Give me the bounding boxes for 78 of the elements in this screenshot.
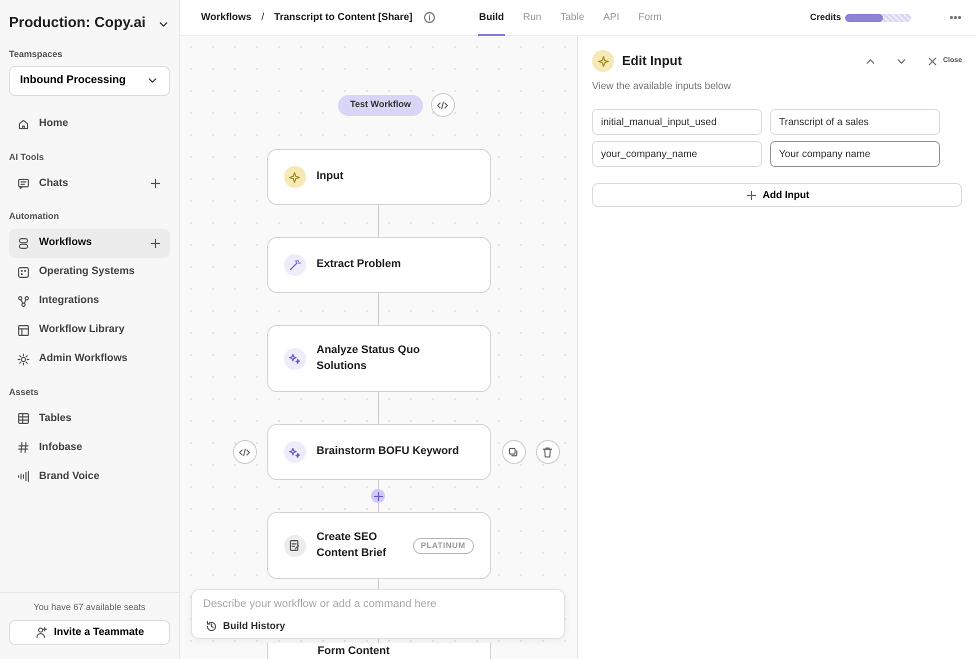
close-icon bbox=[926, 54, 939, 68]
node-title: Input bbox=[316, 169, 344, 184]
input-name-field[interactable]: initial_manual_input_used bbox=[592, 109, 762, 135]
workflow-icon bbox=[17, 236, 30, 250]
workflow-node[interactable]: Create SEO Content Brief PLATINUM bbox=[266, 512, 490, 579]
input-name-field[interactable]: your_company_name bbox=[592, 141, 762, 167]
history-icon bbox=[205, 620, 218, 632]
chat-icon bbox=[17, 177, 30, 190]
layout-icon bbox=[17, 324, 30, 336]
invite-button[interactable]: Invite a Teammate bbox=[9, 620, 170, 645]
nodes-icon bbox=[17, 294, 30, 308]
build-history-button[interactable]: Build History bbox=[205, 618, 286, 634]
sidebar-item[interactable]: Brand Voice bbox=[9, 462, 170, 491]
code-icon bbox=[436, 98, 450, 112]
delete-button[interactable] bbox=[536, 440, 560, 464]
panel-title: Edit Input bbox=[622, 52, 682, 70]
sparkle-icon bbox=[596, 54, 610, 68]
sidebar-item[interactable]: Admin Workflows bbox=[9, 344, 170, 374]
node-title: Extract Problem bbox=[316, 257, 401, 272]
command-input[interactable]: Describe your workflow or add a command here bbox=[192, 590, 564, 612]
panel-subtitle: View the available inputs below bbox=[592, 80, 732, 94]
workflow-node[interactable]: Brainstorm BOFU Keyword bbox=[266, 424, 490, 480]
test-workflow-button[interactable]: Test Workflow bbox=[338, 94, 423, 116]
trash-icon bbox=[541, 446, 554, 458]
plus-icon[interactable] bbox=[149, 236, 162, 250]
node-title: Form Content bbox=[318, 644, 390, 659]
waveform-icon bbox=[17, 470, 30, 483]
breadcrumb-link[interactable]: Workflows bbox=[201, 10, 252, 25]
add-user-icon bbox=[34, 626, 48, 639]
workflow-node[interactable]: Extract Problem bbox=[266, 237, 490, 293]
teamspace-dropdown[interactable]: Inbound Processing bbox=[9, 66, 170, 96]
section-label: Automation bbox=[9, 210, 60, 223]
sidebar-item[interactable]: Home bbox=[9, 110, 170, 138]
section-label: Assets bbox=[9, 386, 40, 398]
breadcrumb-separator: / bbox=[261, 11, 264, 25]
sidebar-item[interactable]: Workflow Library bbox=[9, 316, 170, 344]
command-field[interactable]: Describe your workflow or add a command here Build History bbox=[191, 589, 565, 639]
sparkles-icon bbox=[288, 446, 301, 458]
workspace-name[interactable]: Production: Copy.ai bbox=[9, 13, 146, 35]
plus-icon bbox=[372, 490, 384, 502]
add-input-button[interactable]: Add Input bbox=[592, 183, 962, 207]
wand-icon bbox=[288, 258, 301, 272]
section-label: Teamspaces bbox=[9, 48, 64, 61]
plus-icon[interactable] bbox=[149, 177, 162, 190]
table-icon bbox=[17, 412, 30, 425]
home-icon bbox=[17, 118, 30, 130]
add-step-button[interactable] bbox=[371, 489, 385, 503]
workflow-title: Transcript to Content [Share] bbox=[274, 11, 413, 25]
section-label: AI Tools bbox=[9, 150, 45, 164]
node-title: Create SEO Content Brief bbox=[316, 530, 388, 560]
sidebar-item[interactable]: Workflows bbox=[9, 228, 170, 258]
info-icon bbox=[422, 11, 436, 24]
plus-icon bbox=[744, 188, 758, 202]
input-value-field[interactable]: Your company name bbox=[770, 141, 940, 167]
input-value-field[interactable]: Transcript of a sales bbox=[770, 109, 940, 135]
copy-icon bbox=[507, 446, 520, 458]
sidebar-item[interactable]: Integrations bbox=[9, 286, 170, 316]
sidebar-item[interactable]: Operating Systems bbox=[9, 258, 170, 286]
document-icon bbox=[288, 539, 301, 552]
sidebar-item[interactable]: Infobase bbox=[9, 433, 170, 462]
code-button[interactable] bbox=[232, 440, 256, 464]
seats-note: You have 67 available seats bbox=[32, 600, 146, 614]
sidebar-item[interactable]: Tables bbox=[9, 404, 170, 433]
plan-badge: PLATINUM bbox=[412, 538, 474, 554]
hash-icon bbox=[17, 441, 30, 454]
code-button[interactable] bbox=[430, 93, 455, 117]
code-icon bbox=[238, 446, 251, 458]
node-title: Analyze Status Quo Solutions bbox=[316, 342, 421, 374]
duplicate-button[interactable] bbox=[502, 440, 526, 464]
workflow-node[interactable]: Input bbox=[266, 149, 490, 205]
node-title: Brainstorm BOFU Keyword bbox=[316, 444, 459, 460]
grid-icon bbox=[17, 266, 30, 278]
sparkles-icon bbox=[288, 352, 301, 365]
workflow-node[interactable]: Analyze Status Quo Solutions bbox=[266, 325, 490, 392]
workflow-node-fragment[interactable]: Form Content bbox=[266, 643, 490, 659]
credits-label: Credits bbox=[810, 10, 841, 24]
sidebar-item[interactable]: Chats bbox=[9, 169, 170, 198]
sparkle-icon bbox=[288, 170, 301, 184]
